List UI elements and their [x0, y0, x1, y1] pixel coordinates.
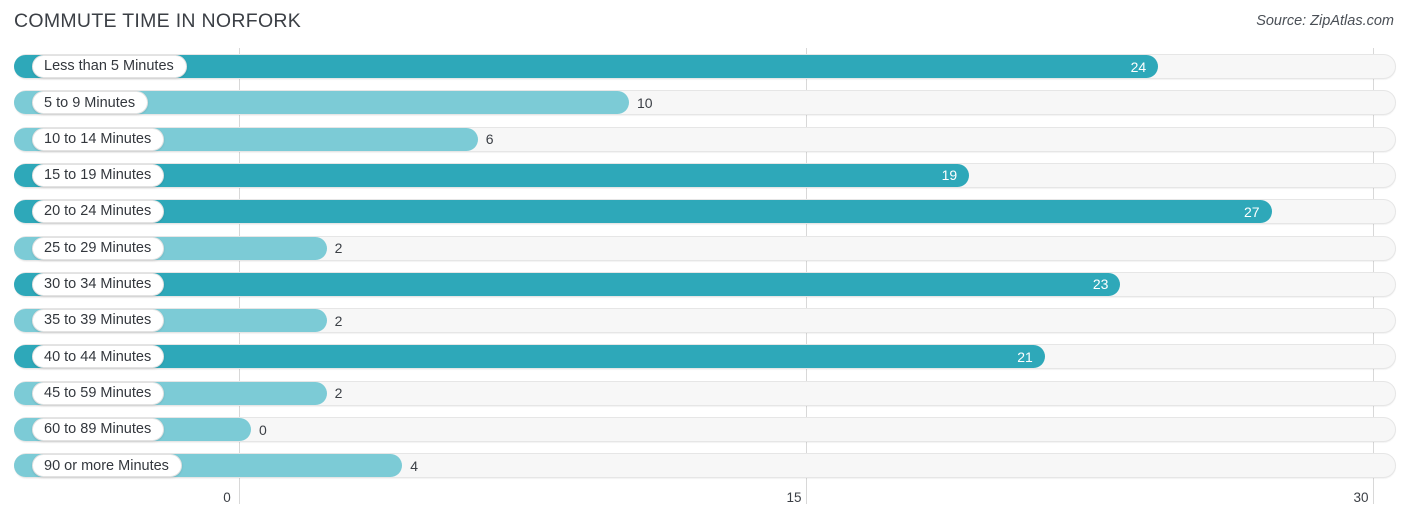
axis-tick-mark	[239, 488, 240, 504]
bar-category-label: 40 to 44 Minutes	[32, 345, 165, 369]
axis-tick-mark	[1373, 488, 1374, 504]
bar-category-label: 30 to 34 Minutes	[32, 272, 165, 296]
bar-row[interactable]: Less than 5 Minutes 24	[0, 51, 1406, 81]
bar-row[interactable]: 45 to 59 Minutes 2	[0, 378, 1406, 408]
chart-header: COMMUTE TIME IN NORFORK Source: ZipAtlas…	[0, 0, 1406, 46]
bar-row[interactable]: 60 to 89 Minutes 0	[0, 414, 1406, 444]
bar-fill[interactable]	[14, 345, 1045, 369]
bar-category-label: 25 to 29 Minutes	[32, 236, 165, 260]
bar-value-label: 10	[637, 94, 653, 111]
bar-row[interactable]: 40 to 44 Minutes 21	[0, 341, 1406, 371]
source-attribution: Source: ZipAtlas.com	[1256, 13, 1394, 29]
bar-category-label-text: Less than 5 Minutes	[44, 58, 174, 75]
bar-category-label: 10 to 14 Minutes	[32, 127, 165, 151]
bar-value-label: 24	[1130, 58, 1147, 75]
bar-category-label: 35 to 39 Minutes	[32, 309, 165, 333]
bar-category-label: 90 or more Minutes	[32, 454, 182, 478]
bar-category-label: 45 to 59 Minutes	[32, 381, 165, 405]
bar-row[interactable]: 35 to 39 Minutes 2	[0, 305, 1406, 335]
bar-category-label-text: 5 to 9 Minutes	[44, 94, 136, 111]
axis-tick-label: 15	[786, 490, 802, 505]
bar-row[interactable]: 90 or more Minutes 4	[0, 450, 1406, 480]
bar-row[interactable]: 30 to 34 Minutes 23	[0, 269, 1406, 299]
axis-tick-label: 0	[223, 490, 231, 505]
bar-value-label: 2	[334, 312, 343, 329]
bar-category-label: 20 to 24 Minutes	[32, 200, 165, 224]
bar-category-label: 5 to 9 Minutes	[32, 91, 149, 115]
bar-category-label: 60 to 89 Minutes	[32, 418, 165, 441]
bar-category-label: Less than 5 Minutes	[32, 55, 187, 78]
axis-tick-mark	[806, 488, 807, 504]
bar-category-label-text: 25 to 29 Minutes	[44, 239, 152, 256]
bar-value-label: 21	[1017, 348, 1033, 365]
bar-value-label: 0	[259, 421, 267, 438]
bar-value-label: 27	[1244, 203, 1260, 220]
plot-area: Less than 5 Minutes 24 5 to 9 Minutes 10 10 …	[0, 48, 1406, 488]
bar-category-label-text: 15 to 19 Minutes	[44, 167, 152, 184]
bar-category-label-text: 35 to 39 Minutes	[44, 312, 152, 329]
axis-tick-label: 30	[1353, 490, 1369, 505]
bar-category-label-text: 10 to 14 Minutes	[44, 130, 152, 147]
bar-category-label-text: 20 to 24 Minutes	[44, 203, 152, 220]
bar-category-label-text: 90 or more Minutes	[44, 457, 169, 474]
bar-value-label: 4	[410, 457, 418, 474]
x-axis: 0 15 30	[0, 488, 1406, 524]
bar-value-label: 23	[1092, 276, 1109, 293]
bar-fill[interactable]	[14, 200, 1272, 224]
bar-value-label: 2	[334, 385, 343, 402]
bar-row[interactable]: 15 to 19 Minutes 19	[0, 160, 1406, 190]
bar-value-label: 6	[485, 131, 494, 148]
bar-fill[interactable]	[14, 272, 1121, 296]
bar-category-label-text: 45 to 59 Minutes	[44, 384, 152, 401]
bar-row[interactable]: 25 to 29 Minutes 2	[0, 233, 1406, 263]
bar-category-label-text: 40 to 44 Minutes	[44, 348, 152, 365]
bar-category-label-text: 60 to 89 Minutes	[44, 421, 152, 438]
bar-category-label-text: 30 to 34 Minutes	[44, 276, 152, 293]
bar-value-label: 19	[941, 167, 958, 184]
bar-value-label: 2	[334, 240, 343, 256]
bar-row[interactable]: 10 to 14 Minutes 6	[0, 124, 1406, 154]
page-title: COMMUTE TIME IN NORFORK	[14, 10, 302, 32]
bar-row[interactable]: 5 to 9 Minutes 10	[0, 87, 1406, 117]
bar-row[interactable]: 20 to 24 Minutes 27	[0, 196, 1406, 226]
bar-category-label: 15 to 19 Minutes	[32, 163, 165, 187]
